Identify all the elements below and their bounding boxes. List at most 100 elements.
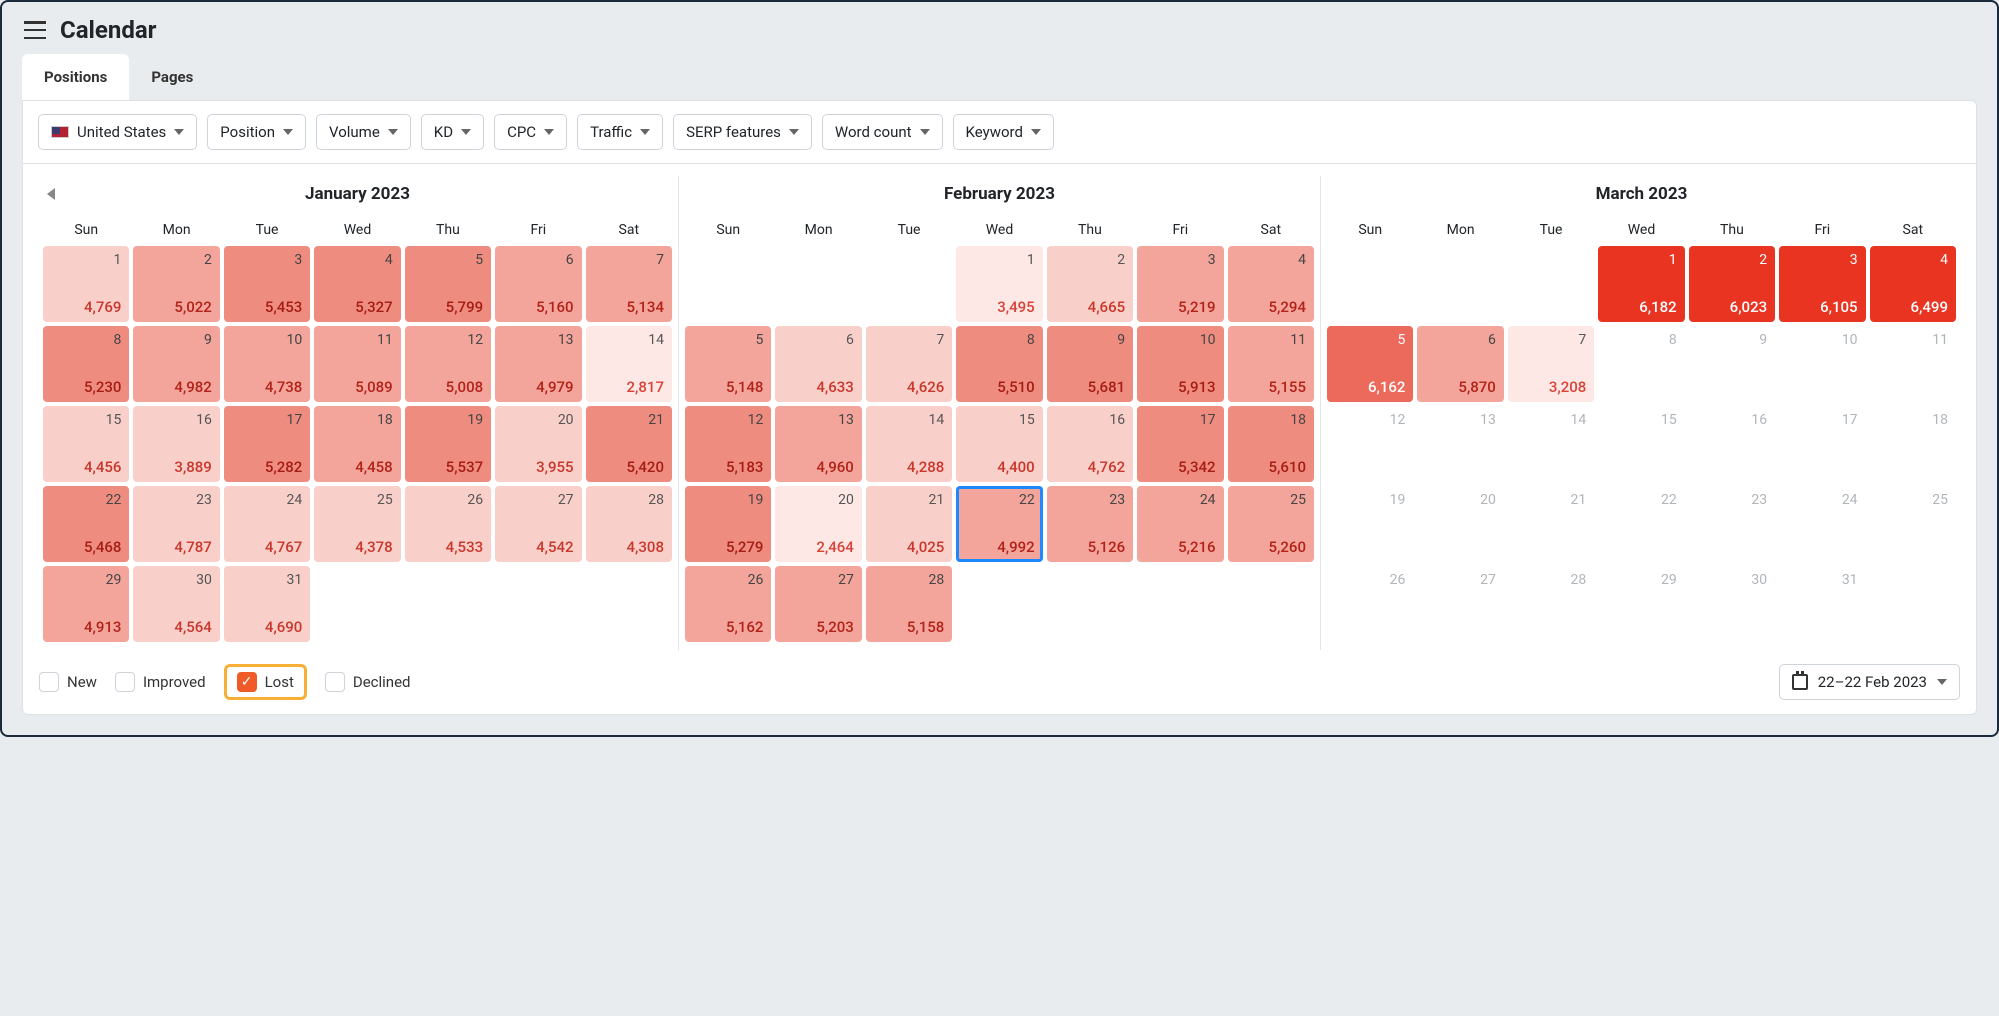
dow-label: Fri <box>1779 216 1865 240</box>
filter-serp-features[interactable]: SERP features <box>673 114 812 150</box>
calendar-day[interactable]: 16,182 <box>1598 246 1684 322</box>
calendar-day[interactable]: 225,468 <box>43 486 129 562</box>
calendar-day[interactable]: 35,219 <box>1137 246 1223 322</box>
chevron-down-icon <box>789 129 799 135</box>
calendar-day[interactable]: 265,162 <box>685 566 771 642</box>
calendar-day[interactable]: 144,288 <box>866 406 952 482</box>
filter-position[interactable]: Position <box>207 114 306 150</box>
calendar-day[interactable]: 46,499 <box>1870 246 1956 322</box>
filter-volume[interactable]: Volume <box>316 114 411 150</box>
calendar-day[interactable]: 294,913 <box>43 566 129 642</box>
calendar-day[interactable]: 125,008 <box>405 326 491 402</box>
calendar-day[interactable]: 185,610 <box>1228 406 1314 482</box>
calendar-day[interactable]: 202,464 <box>775 486 861 562</box>
legend-improved[interactable]: Improved <box>115 672 206 692</box>
calendar-day[interactable]: 314,690 <box>224 566 310 642</box>
calendar-day[interactable]: 264,533 <box>405 486 491 562</box>
calendar-day[interactable]: 163,889 <box>133 406 219 482</box>
calendar-day[interactable]: 85,510 <box>956 326 1042 402</box>
calendar-day[interactable]: 36,105 <box>1779 246 1865 322</box>
calendar-day[interactable]: 215,420 <box>586 406 672 482</box>
filter-keyword[interactable]: Keyword <box>953 114 1054 150</box>
calendar-day[interactable]: 56,162 <box>1327 326 1413 402</box>
calendar-day[interactable]: 125,183 <box>685 406 771 482</box>
day-number: 14 <box>594 332 664 348</box>
calendar-day[interactable]: 35,453 <box>224 246 310 322</box>
calendar-day[interactable]: 55,148 <box>685 326 771 402</box>
calendar-day[interactable]: 115,089 <box>314 326 400 402</box>
day-number: 20 <box>783 492 853 508</box>
calendar-day[interactable]: 175,282 <box>224 406 310 482</box>
calendar-day[interactable]: 285,158 <box>866 566 952 642</box>
calendar-day[interactable]: 304,564 <box>133 566 219 642</box>
calendar-day[interactable]: 94,982 <box>133 326 219 402</box>
calendar-day[interactable]: 95,681 <box>1047 326 1133 402</box>
filter-word-count[interactable]: Word count <box>822 114 943 150</box>
calendar-day[interactable]: 214,025 <box>866 486 952 562</box>
day-value: 5,183 <box>693 458 763 476</box>
calendar-day[interactable]: 14,769 <box>43 246 129 322</box>
calendar-day[interactable]: 224,992 <box>956 486 1042 562</box>
calendar-day[interactable]: 234,787 <box>133 486 219 562</box>
filter-traffic[interactable]: Traffic <box>577 114 663 150</box>
calendar-day[interactable]: 244,767 <box>224 486 310 562</box>
month-1: February 2023SunMonTueWedThuFriSat13,495… <box>679 176 1321 650</box>
calendar-day[interactable]: 255,260 <box>1228 486 1314 562</box>
checkbox[interactable]: ✓ <box>237 672 257 692</box>
calendar-day[interactable]: 274,542 <box>495 486 581 562</box>
checkbox[interactable] <box>325 672 345 692</box>
calendar-day[interactable]: 195,279 <box>685 486 771 562</box>
day-number: 25 <box>322 492 392 508</box>
calendar-day[interactable]: 203,955 <box>495 406 581 482</box>
day-value: 5,162 <box>693 618 763 636</box>
day-value: 4,456 <box>51 458 121 476</box>
calendar-day[interactable]: 164,762 <box>1047 406 1133 482</box>
calendar-day[interactable]: 245,216 <box>1137 486 1223 562</box>
calendar-day[interactable]: 45,327 <box>314 246 400 322</box>
day-number: 1 <box>1606 252 1676 268</box>
legend-new[interactable]: New <box>39 672 97 692</box>
calendar-day[interactable]: 74,626 <box>866 326 952 402</box>
calendar-day[interactable]: 85,230 <box>43 326 129 402</box>
filter-kd[interactable]: KD <box>421 114 484 150</box>
calendar-day[interactable]: 154,400 <box>956 406 1042 482</box>
calendar-day[interactable]: 65,160 <box>495 246 581 322</box>
calendar-day[interactable]: 64,633 <box>775 326 861 402</box>
calendar-day[interactable]: 235,126 <box>1047 486 1133 562</box>
calendar-day[interactable]: 154,456 <box>43 406 129 482</box>
calendar-day[interactable]: 55,799 <box>405 246 491 322</box>
calendar-day[interactable]: 75,134 <box>586 246 672 322</box>
calendar-day[interactable]: 184,458 <box>314 406 400 482</box>
prev-month-button[interactable] <box>47 188 55 200</box>
tab-positions[interactable]: Positions <box>22 54 129 100</box>
calendar-day[interactable]: 175,342 <box>1137 406 1223 482</box>
calendar-day[interactable]: 13,495 <box>956 246 1042 322</box>
date-range-picker[interactable]: 22–22 Feb 2023 <box>1779 664 1960 700</box>
calendar-day[interactable]: 26,023 <box>1689 246 1775 322</box>
hamburger-icon[interactable] <box>24 21 46 39</box>
checkbox[interactable] <box>115 672 135 692</box>
calendar-day[interactable]: 134,979 <box>495 326 581 402</box>
day-number: 24 <box>1145 492 1215 508</box>
filter-united-states[interactable]: United States <box>38 114 197 150</box>
calendar-day[interactable]: 195,537 <box>405 406 491 482</box>
calendar-day[interactable]: 254,378 <box>314 486 400 562</box>
legend-declined[interactable]: Declined <box>325 672 411 692</box>
calendar-day[interactable]: 105,913 <box>1137 326 1223 402</box>
calendar-day[interactable]: 25,022 <box>133 246 219 322</box>
calendar-day[interactable]: 24,665 <box>1047 246 1133 322</box>
calendar-day[interactable]: 134,960 <box>775 406 861 482</box>
calendar-day[interactable]: 142,817 <box>586 326 672 402</box>
day-number: 17 <box>1787 412 1857 428</box>
calendar-day[interactable]: 45,294 <box>1228 246 1314 322</box>
calendar-day[interactable]: 275,203 <box>775 566 861 642</box>
tab-pages[interactable]: Pages <box>129 54 215 100</box>
legend-lost[interactable]: ✓Lost <box>224 664 307 700</box>
calendar-day[interactable]: 104,738 <box>224 326 310 402</box>
calendar-day[interactable]: 65,870 <box>1417 326 1503 402</box>
calendar-day[interactable]: 73,208 <box>1508 326 1594 402</box>
calendar-day[interactable]: 284,308 <box>586 486 672 562</box>
calendar-day[interactable]: 115,155 <box>1228 326 1314 402</box>
checkbox[interactable] <box>39 672 59 692</box>
filter-cpc[interactable]: CPC <box>494 114 567 150</box>
